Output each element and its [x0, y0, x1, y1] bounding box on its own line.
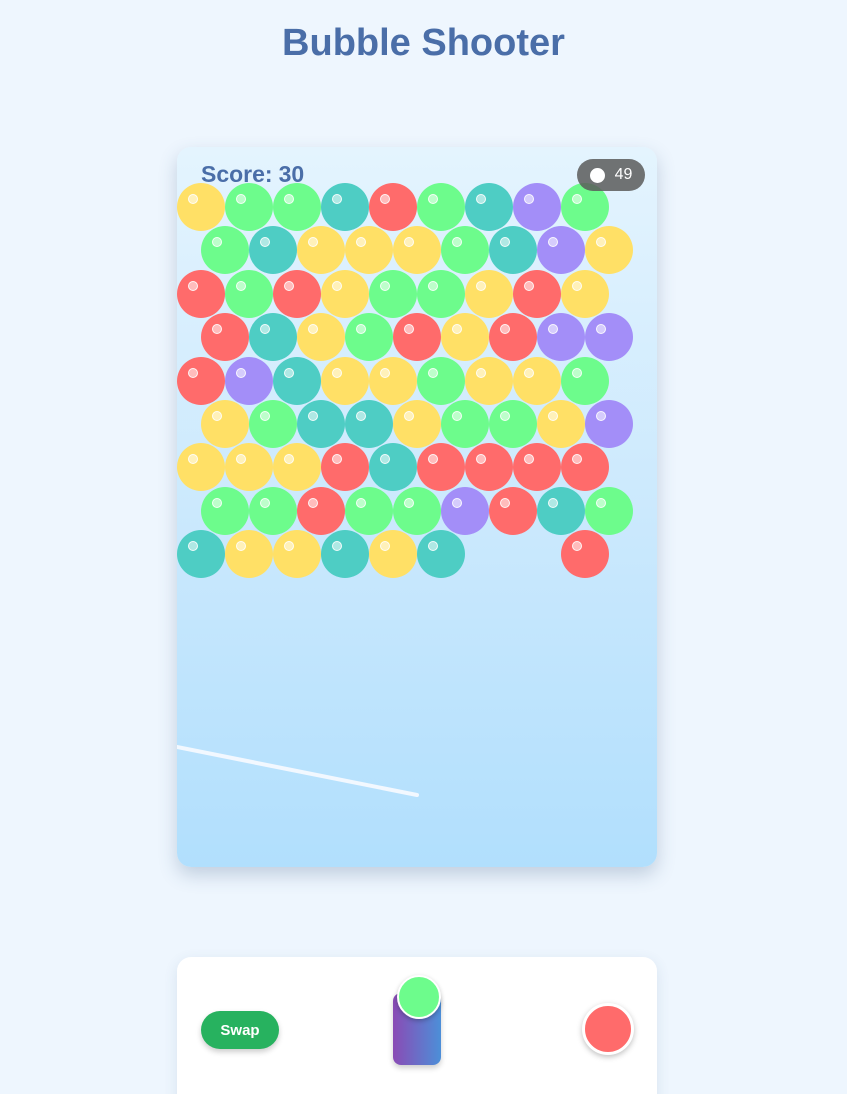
game-page: Bubble Shooter Score: 30 49 Swap	[0, 0, 847, 1094]
swap-button[interactable]: Swap	[201, 1011, 279, 1049]
bubble-count-icon	[589, 167, 605, 183]
score-value: 30	[278, 161, 305, 187]
aim-line	[177, 745, 419, 797]
game-board[interactable]: Score: 30 49	[177, 147, 657, 867]
next-bubble[interactable]	[582, 1003, 634, 1055]
shots-remaining-badge: 49	[577, 159, 645, 191]
loaded-bubble	[397, 975, 441, 1019]
score-display: Score: 30	[201, 161, 304, 188]
shots-remaining-value: 49	[614, 166, 633, 183]
page-title: Bubble Shooter	[282, 22, 565, 64]
control-panel: Swap	[177, 957, 657, 1094]
score-label: Score:	[201, 161, 273, 187]
